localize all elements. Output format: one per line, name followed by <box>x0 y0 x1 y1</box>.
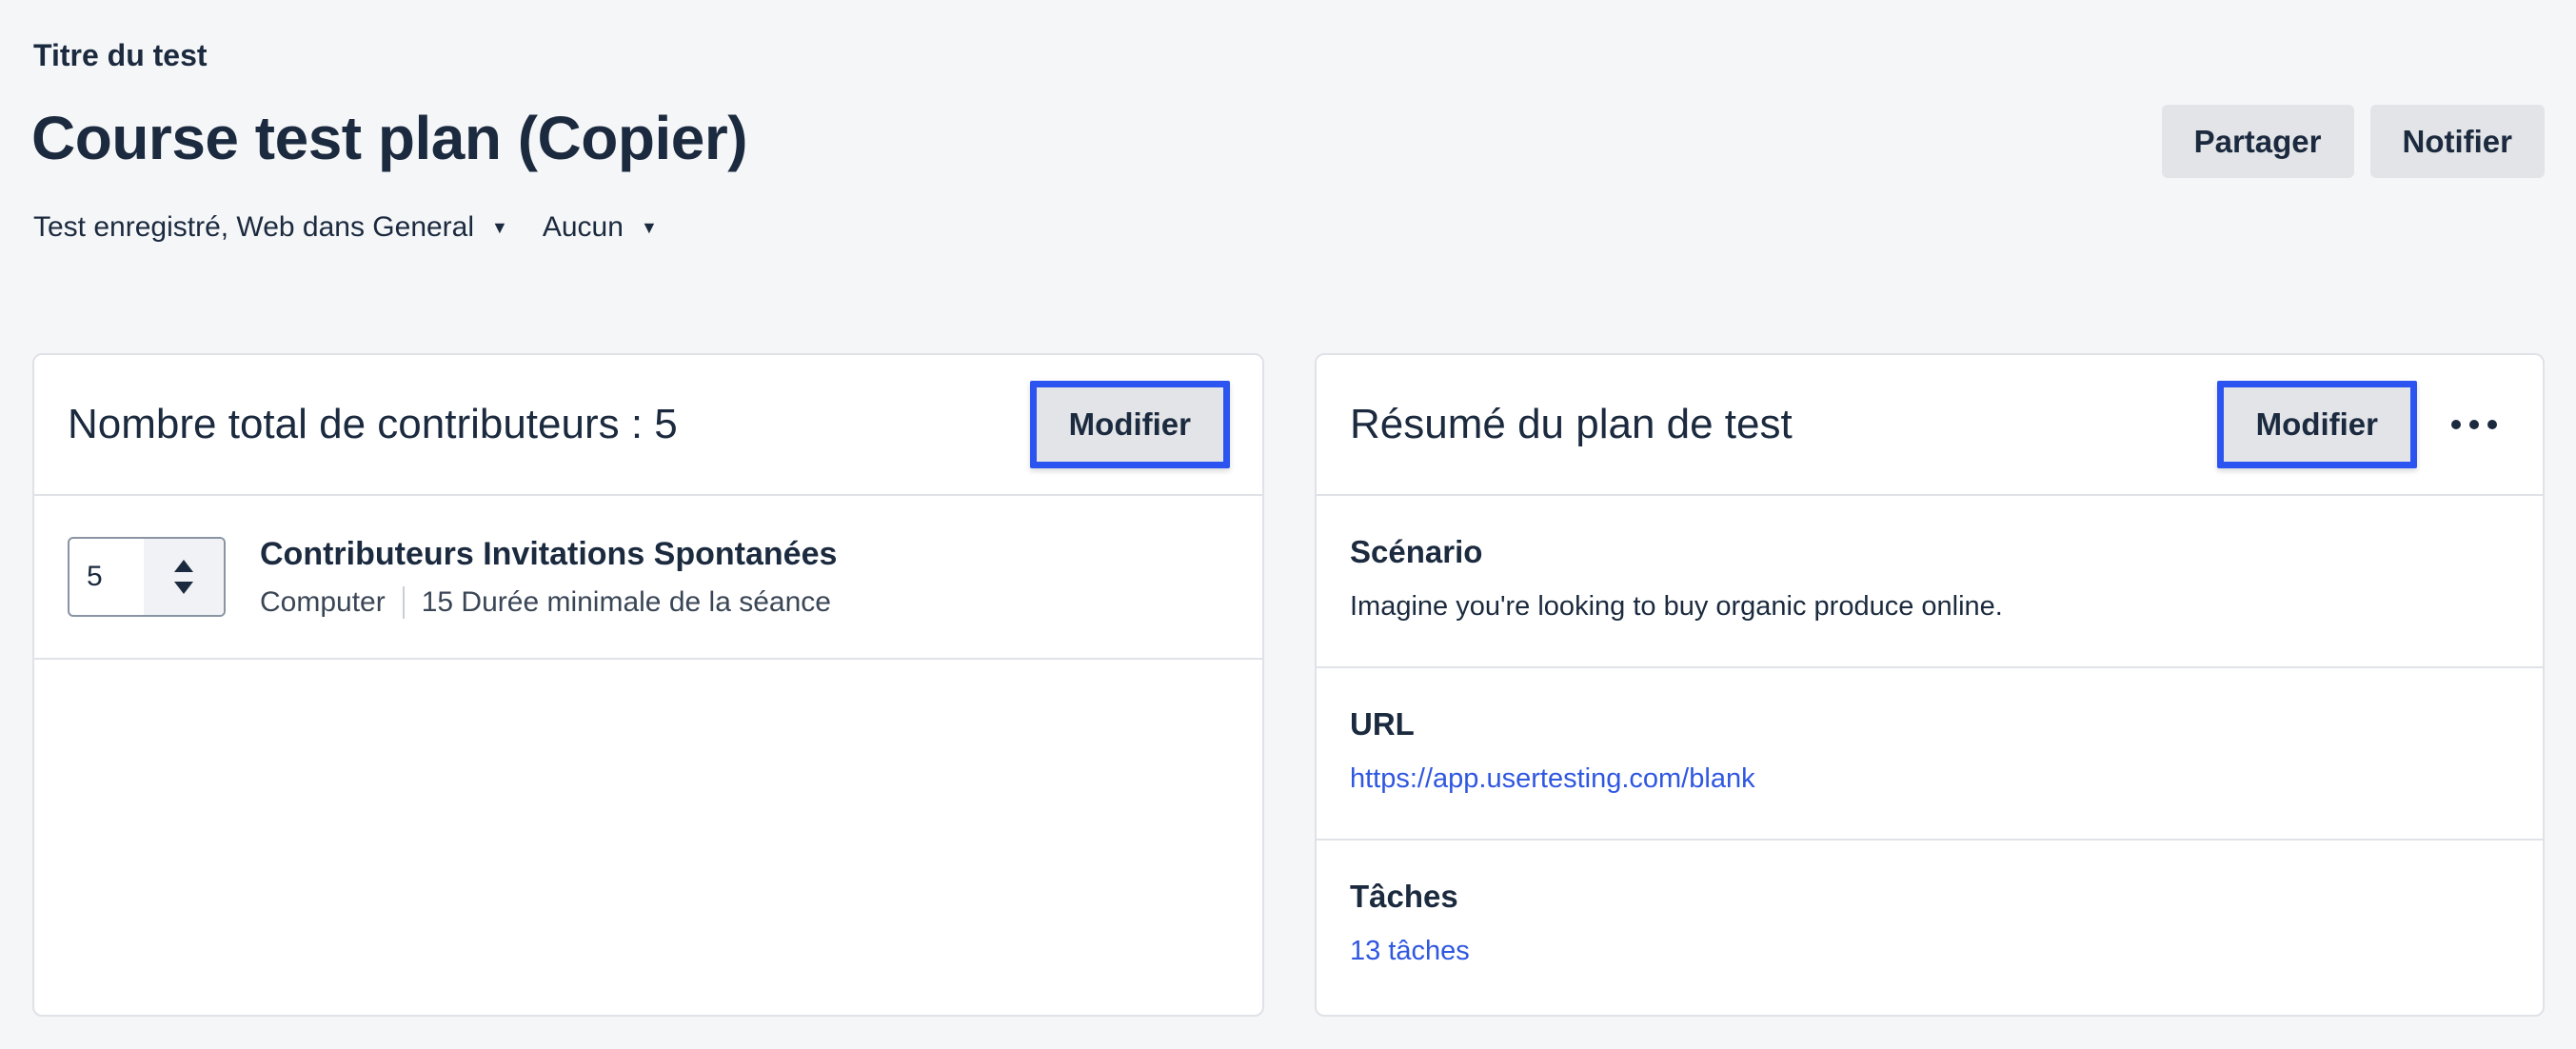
more-options-icon[interactable] <box>2438 396 2510 453</box>
header-actions: Partager Notifier <box>2161 105 2545 178</box>
divider <box>402 585 405 619</box>
url-section: URL https://app.usertesting.com/blank <box>1317 668 2543 841</box>
audience-meta: Computer 15 Durée minimale de la séance <box>260 585 837 619</box>
share-button[interactable]: Partager <box>2161 105 2354 178</box>
modify-contributors-button[interactable]: Modifier <box>1029 381 1230 468</box>
test-meta-row: Test enregistré, Web dans General ▼ Aucu… <box>33 211 658 244</box>
page-title: Course test plan (Copier) <box>31 104 748 172</box>
decrement-arrow-icon[interactable] <box>174 582 193 594</box>
audience-row: 5 Contributeurs Invitations Spontanées C… <box>34 496 1262 660</box>
test-plan-summary-card: Résumé du plan de test Modifier Scénario… <box>1315 353 2545 1017</box>
caret-down-icon: ▼ <box>640 217 658 237</box>
tasks-link[interactable]: 13 tâches <box>1350 936 1470 967</box>
page-label: Titre du test <box>33 38 208 72</box>
summary-title: Résumé du plan de test <box>1350 401 1793 447</box>
url-link[interactable]: https://app.usertesting.com/blank <box>1350 763 1755 795</box>
scenario-label: Scénario <box>1350 534 1483 569</box>
url-label: URL <box>1350 706 1415 742</box>
caret-down-icon: ▼ <box>491 217 508 237</box>
stepper-arrows <box>144 539 224 615</box>
scenario-text: Imagine you're looking to buy organic pr… <box>1350 591 2003 622</box>
duration-label: 15 Durée minimale de la séance <box>421 585 831 618</box>
folder-label: Aucun <box>542 211 624 243</box>
device-label: Computer <box>260 585 386 618</box>
increment-arrow-icon[interactable] <box>174 560 193 572</box>
summary-card-header: Résumé du plan de test Modifier <box>1317 355 2543 496</box>
summary-header-actions: Modifier <box>2216 381 2510 468</box>
contributors-card: Nombre total de contributeurs : 5 Modifi… <box>32 353 1264 1017</box>
notify-button[interactable]: Notifier <box>2369 105 2545 178</box>
stepper-value[interactable]: 5 <box>69 561 144 593</box>
test-type-dropdown[interactable]: Test enregistré, Web dans General ▼ <box>33 211 508 244</box>
contributors-card-header: Nombre total de contributeurs : 5 Modifi… <box>34 355 1262 496</box>
folder-dropdown[interactable]: Aucun ▼ <box>543 211 658 244</box>
contributors-total-title: Nombre total de contributeurs : 5 <box>68 401 678 447</box>
contributor-count-stepper[interactable]: 5 <box>68 537 226 617</box>
audience-info: Contributeurs Invitations Spontanées Com… <box>260 536 837 619</box>
tasks-label: Tâches <box>1350 879 1458 914</box>
scenario-section: Scénario Imagine you're looking to buy o… <box>1317 496 2543 668</box>
tasks-section: Tâches 13 tâches <box>1317 841 2543 1013</box>
modify-summary-button[interactable]: Modifier <box>2216 381 2417 468</box>
audience-title: Contributeurs Invitations Spontanées <box>260 535 838 572</box>
test-type-label: Test enregistré, Web dans General <box>33 211 475 243</box>
